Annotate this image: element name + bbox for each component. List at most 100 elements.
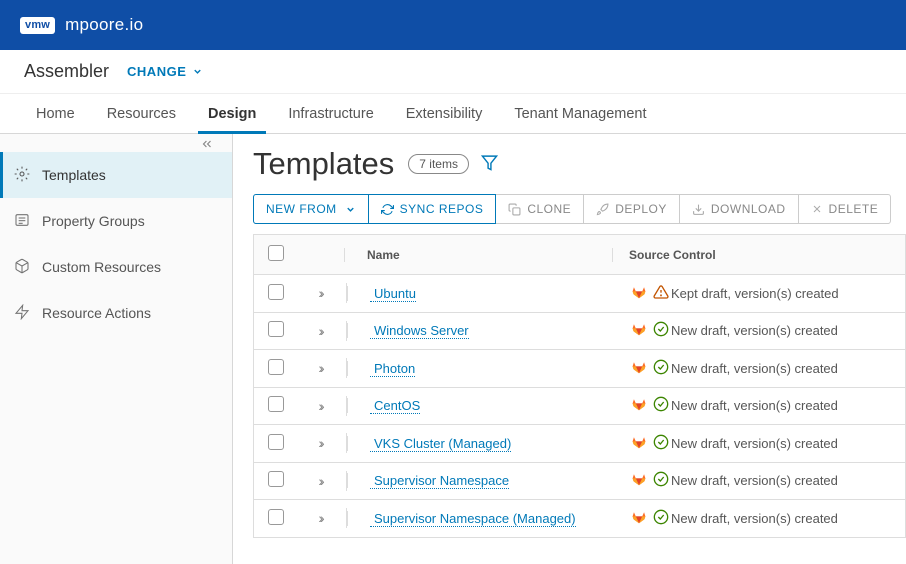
tab-home[interactable]: Home [26, 94, 85, 133]
clone-label: CLONE [527, 202, 571, 216]
delete-button[interactable]: DELETE [798, 194, 892, 224]
item-count-pill: 7 items [408, 154, 469, 174]
bolt-icon [14, 304, 32, 323]
deploy-button[interactable]: DEPLOY [583, 194, 680, 224]
page-title-row: Templates 7 items [253, 146, 906, 182]
sync-icon [381, 203, 394, 216]
sidebar-item-property-groups[interactable]: Property Groups [0, 198, 232, 244]
row-expand-button[interactable]: ›› [296, 435, 344, 451]
row-select-cell [254, 471, 296, 490]
status-text: New draft, version(s) created [671, 436, 838, 451]
table-row: ›› VKS Cluster (Managed) New draft, versio… [254, 425, 905, 463]
tab-design[interactable]: Design [198, 94, 266, 133]
table-row: ›› Ubuntu Kept draft, version(s) created [254, 275, 905, 313]
table-row: ›› Windows Server New draft, version(s) cr… [254, 313, 905, 351]
check-circle-icon [653, 509, 669, 528]
toolbar: NEW FROM SYNC REPOS CLONE DEPLOY DOWNLOA… [253, 194, 906, 224]
table-row: ›› CentOS New draft, version(s) created [254, 388, 905, 426]
gitlab-icon [631, 284, 647, 303]
double-chevron-right-icon: ›› [318, 323, 321, 339]
copy-icon [508, 203, 521, 216]
status-text: Kept draft, version(s) created [671, 286, 839, 301]
status-text: New draft, version(s) created [671, 511, 838, 526]
sidebar-item-label: Custom Resources [42, 259, 161, 275]
row-checkbox[interactable] [268, 396, 284, 412]
source-control-cell: Kept draft, version(s) created [615, 284, 905, 303]
tab-infrastructure[interactable]: Infrastructure [278, 94, 383, 133]
row-checkbox[interactable] [268, 434, 284, 450]
template-name-cell: Ubuntu [347, 286, 615, 301]
close-icon [811, 203, 823, 215]
row-expand-button[interactable]: ›› [296, 360, 344, 376]
sidebar: Templates Property Groups Custom Resources… [0, 134, 233, 564]
source-control-cell: New draft, version(s) created [615, 434, 905, 453]
double-chevron-right-icon: ›› [318, 510, 321, 526]
row-expand-button[interactable]: ›› [296, 473, 344, 489]
row-checkbox[interactable] [268, 509, 284, 525]
vmware-logo: vmw [20, 17, 55, 34]
template-link[interactable]: VKS Cluster (Managed) [370, 436, 511, 452]
deploy-label: DEPLOY [615, 202, 667, 216]
app-bar: Assembler CHANGE [0, 50, 906, 94]
status-text: New draft, version(s) created [671, 473, 838, 488]
double-chevron-right-icon: ›› [318, 360, 321, 376]
source-control-cell: New draft, version(s) created [615, 509, 905, 528]
sidebar-collapse-button[interactable] [0, 134, 232, 152]
sidebar-item-label: Resource Actions [42, 305, 151, 321]
template-link[interactable]: Supervisor Namespace [370, 473, 509, 489]
row-select-cell [254, 509, 296, 528]
sidebar-item-custom-resources[interactable]: Custom Resources [0, 244, 232, 290]
download-button[interactable]: DOWNLOAD [679, 194, 799, 224]
gitlab-icon [631, 434, 647, 453]
table-row: ›› Supervisor Namespace (Managed) New draf… [254, 500, 905, 538]
table-header: Name Source Control [254, 235, 905, 275]
double-chevron-right-icon: ›› [318, 435, 321, 451]
tab-tenant-management[interactable]: Tenant Management [504, 94, 656, 133]
change-app-link[interactable]: CHANGE [127, 64, 203, 79]
gitlab-icon [631, 321, 647, 340]
sidebar-item-label: Property Groups [42, 213, 145, 229]
row-expand-button[interactable]: ›› [296, 323, 344, 339]
check-circle-icon [653, 471, 669, 490]
row-expand-button[interactable]: ›› [296, 285, 344, 301]
double-chevron-right-icon: ›› [318, 398, 321, 414]
top-header: vmw mpoore.io [0, 0, 906, 50]
source-control-cell: New draft, version(s) created [615, 321, 905, 340]
status-text: New draft, version(s) created [671, 361, 838, 376]
check-circle-icon [653, 434, 669, 453]
gitlab-icon [631, 471, 647, 490]
template-link[interactable]: Supervisor Namespace (Managed) [370, 511, 576, 527]
template-link[interactable]: Photon [370, 361, 415, 377]
name-header[interactable]: Name [344, 248, 612, 262]
sync-repos-button[interactable]: SYNC REPOS [368, 194, 497, 224]
row-checkbox[interactable] [268, 321, 284, 337]
row-expand-button[interactable]: ›› [296, 398, 344, 414]
delete-label: DELETE [829, 202, 879, 216]
tab-resources[interactable]: Resources [97, 94, 186, 133]
source-control-header[interactable]: Source Control [612, 248, 905, 262]
row-select-cell [254, 434, 296, 453]
gitlab-icon [631, 396, 647, 415]
sidebar-item-templates[interactable]: Templates [0, 152, 232, 198]
tab-extensibility[interactable]: Extensibility [396, 94, 493, 133]
row-checkbox[interactable] [268, 471, 284, 487]
clone-button[interactable]: CLONE [495, 194, 584, 224]
row-checkbox[interactable] [268, 359, 284, 375]
template-link[interactable]: Ubuntu [370, 286, 416, 302]
template-link[interactable]: CentOS [370, 398, 420, 414]
templates-table: Name Source Control ›› Ubuntu Kept draft, … [253, 234, 906, 538]
new-from-label: NEW FROM [266, 202, 337, 216]
sidebar-item-resource-actions[interactable]: Resource Actions [0, 290, 232, 336]
warning-icon [653, 284, 669, 303]
source-control-cell: New draft, version(s) created [615, 359, 905, 378]
row-checkbox[interactable] [268, 284, 284, 300]
source-control-cell: New draft, version(s) created [615, 396, 905, 415]
gitlab-icon [631, 509, 647, 528]
new-from-button[interactable]: NEW FROM [253, 194, 369, 224]
filter-button[interactable] [481, 154, 498, 174]
row-expand-button[interactable]: ›› [296, 510, 344, 526]
template-link[interactable]: Windows Server [370, 323, 469, 339]
table-row: ›› Photon New draft, version(s) created [254, 350, 905, 388]
select-all-checkbox[interactable] [268, 245, 284, 261]
download-label: DOWNLOAD [711, 202, 786, 216]
